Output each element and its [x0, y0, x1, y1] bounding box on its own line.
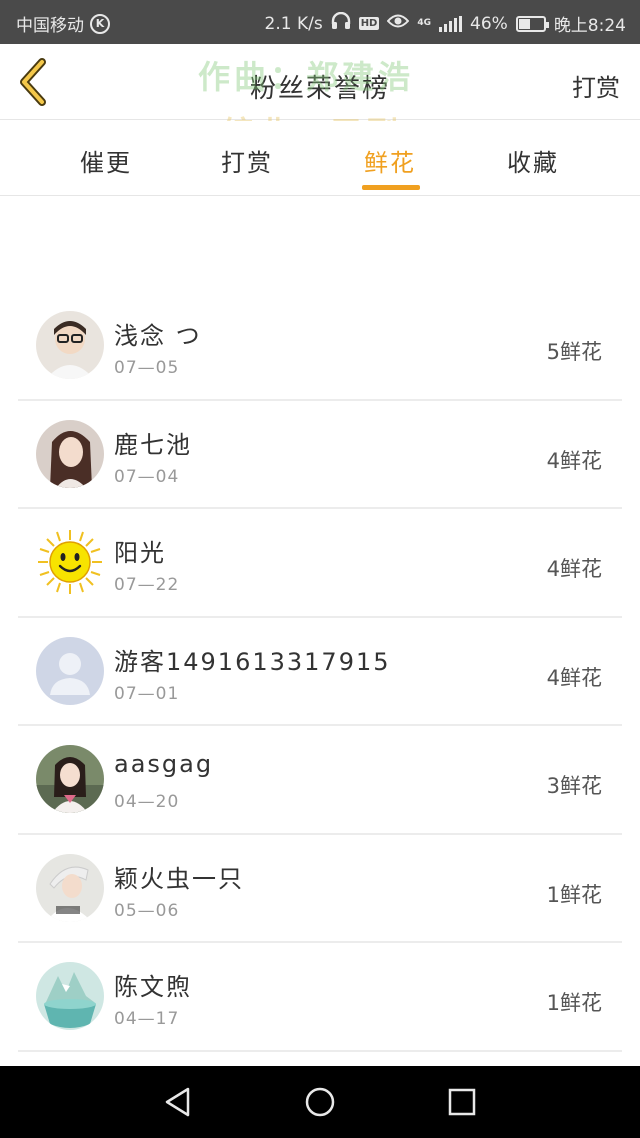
- tab-urge[interactable]: 催更: [56, 143, 156, 178]
- flower-count: 3鲜花: [546, 774, 602, 798]
- default-user-icon: [36, 636, 104, 705]
- fan-date: 04—20: [114, 792, 180, 812]
- eye-icon: [387, 13, 410, 34]
- battery-icon: [515, 15, 549, 32]
- fan-date: 07—22: [114, 575, 180, 595]
- list-item[interactable]: 鹿七池 07—04 4鲜花: [0, 401, 640, 509]
- recents-square-icon[interactable]: [444, 1084, 480, 1120]
- list-item[interactable]: 颖火虫一只 05—06 1鲜花: [0, 835, 640, 943]
- flower-count: 5鲜花: [546, 340, 602, 364]
- system-nav-bar: [0, 1066, 640, 1138]
- fan-date: 07—01: [114, 683, 180, 704]
- back-triangle-icon[interactable]: [160, 1084, 196, 1120]
- flower-count: 4鲜花: [546, 665, 602, 690]
- carrier-label: 中国移动: [16, 16, 84, 36]
- headphones-icon: [331, 11, 351, 35]
- flower-count: 4鲜花: [546, 448, 602, 473]
- fan-list: 浅念 つ 07—05 5鲜花 鹿七池 07—04 4鲜花 阳光 07—22 4鲜…: [0, 292, 640, 1052]
- home-circle-icon[interactable]: [302, 1084, 338, 1120]
- avatar: [36, 853, 104, 922]
- fan-name: 游客1491613317915: [114, 647, 391, 676]
- avatar: [36, 962, 104, 1030]
- avatar: [36, 419, 104, 488]
- divider: [18, 1049, 622, 1052]
- tab-flowers[interactable]: 鲜花: [340, 143, 440, 178]
- status-right: 2.1 K/s HD 4G 46% 晚上8:24: [265, 11, 626, 36]
- flower-count: 1鲜花: [546, 991, 602, 1015]
- list-item[interactable]: 阳光 07—22 4鲜花: [0, 509, 640, 618]
- sun-smiley-icon: [36, 528, 104, 596]
- clock: 晚上8:24: [553, 16, 626, 36]
- fan-name: 浅念 つ: [114, 322, 202, 350]
- status-bar: 中国移动 K 2.1 K/s HD 4G 46% 晚上8:24: [0, 0, 640, 44]
- fan-date: 04—17: [114, 1009, 180, 1029]
- fan-name: aasgag: [114, 750, 214, 778]
- avatar: [36, 745, 104, 813]
- avatar: [36, 311, 104, 379]
- battery-percent: 46%: [470, 13, 508, 34]
- fan-name: 陈文煦: [114, 973, 192, 1001]
- tab-favorites[interactable]: 收藏: [483, 143, 583, 178]
- app-header: 粉丝荣誉榜 打赏: [0, 44, 640, 120]
- network-speed: 2.1 K/s: [264, 13, 323, 34]
- flower-count: 4鲜花: [546, 557, 602, 581]
- list-item[interactable]: 浅念 つ 07—05 5鲜花: [0, 292, 640, 401]
- page-title: 粉丝荣誉榜: [249, 74, 390, 104]
- carrier-k-icon: K: [90, 13, 110, 34]
- list-item[interactable]: 陈文煦 04—17 1鲜花: [0, 943, 640, 1052]
- fan-date: 07—05: [114, 358, 180, 378]
- fan-name: 鹿七池: [114, 430, 192, 459]
- reward-button[interactable]: 打赏: [572, 68, 620, 103]
- fan-date: 07—04: [114, 466, 180, 487]
- list-item[interactable]: aasgag 04—20 3鲜花: [0, 726, 640, 835]
- status-left: 中国移动 K: [16, 11, 110, 36]
- flower-count: 1鲜花: [546, 882, 602, 907]
- network-type: 4G: [417, 18, 432, 28]
- signal-icon: [439, 15, 463, 32]
- hd-icon: HD: [358, 17, 380, 30]
- list-item[interactable]: 游客1491613317915 07—01 4鲜花: [0, 618, 640, 726]
- fan-name: 阳光: [114, 539, 166, 567]
- tab-reward[interactable]: 打赏: [197, 143, 297, 178]
- active-tab-indicator: [362, 185, 420, 190]
- tab-bar: 催更 打赏 鲜花 收藏: [0, 121, 640, 196]
- fan-date: 05—06: [114, 900, 180, 921]
- fan-name: 颖火虫一只: [114, 864, 244, 893]
